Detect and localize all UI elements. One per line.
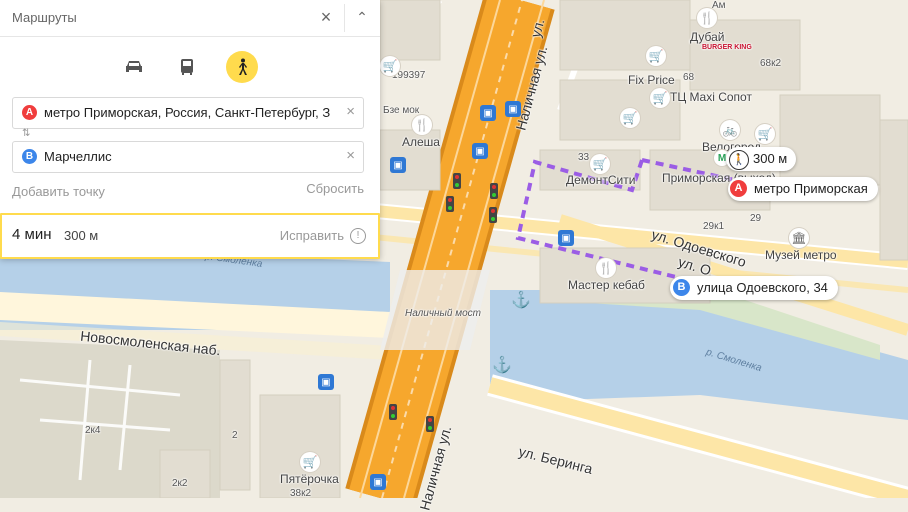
place-label: Алеша <box>402 135 440 149</box>
shop-cart-icon[interactable]: 🛒 <box>590 154 610 174</box>
panel-header: Маршруты × ⌃ <box>0 0 380 37</box>
bus-stop-icon[interactable]: ▣ <box>558 230 574 246</box>
museum-icon[interactable]: 🏛 <box>789 228 809 248</box>
bus-stop-icon[interactable]: ▣ <box>472 143 488 159</box>
traffic-light-icon <box>489 207 497 223</box>
chevron-up-icon[interactable]: ⌃ <box>352 5 372 29</box>
bus-icon <box>181 59 193 75</box>
point-b-pin-icon: B <box>673 279 690 296</box>
shop-cart-icon[interactable]: 🛒 <box>650 88 670 108</box>
pedestrian-icon: 🚶 <box>729 150 749 170</box>
point-a-pin-icon: A <box>730 180 747 197</box>
shop-cart-icon[interactable]: 🛒 <box>380 56 400 76</box>
place-label: Мастер кебаб <box>568 278 645 292</box>
building-number: 38к2 <box>290 488 312 499</box>
building-number: 29 <box>750 213 762 224</box>
bus-stop-icon[interactable]: ▣ <box>480 105 496 121</box>
building-number: 2к2 <box>172 478 188 489</box>
origin-input[interactable]: метро Приморская, Россия, Санкт-Петербур… <box>44 105 339 120</box>
routes-panel: Маршруты × ⌃ A метро Приморская, Россия,… <box>0 0 380 259</box>
building-number: 68к2 <box>760 58 782 69</box>
car-mode-button[interactable] <box>118 51 150 83</box>
fork-knife-icon[interactable]: 🍴 <box>697 8 717 28</box>
traffic-light-icon <box>490 183 498 199</box>
building-number: 2к4 <box>85 425 101 436</box>
walk-distance: 300 м <box>753 151 788 166</box>
bicycle-icon[interactable]: 🚲 <box>720 120 740 140</box>
place-label: Fix Price <box>628 73 675 87</box>
pedestrian-icon <box>239 58 247 75</box>
fork-knife-icon[interactable]: 🍴 <box>596 258 616 278</box>
route-duration: 4 мин <box>12 226 52 243</box>
header-divider <box>344 4 345 32</box>
place-label: Музей метро <box>765 248 837 262</box>
building-number: 68 <box>683 72 695 83</box>
traffic-light-icon <box>389 404 397 420</box>
bus-stop-icon[interactable]: ▣ <box>370 474 386 490</box>
traffic-light-icon <box>426 416 434 432</box>
clear-icon[interactable]: × <box>346 103 355 120</box>
route-distance: 300 м <box>64 228 99 243</box>
bus-stop-icon[interactable]: ▣ <box>390 157 406 173</box>
place-label: ТЦ Maxi Сопот <box>670 90 752 104</box>
point-b-pin-icon: B <box>22 149 37 164</box>
traffic-light-icon <box>446 196 454 212</box>
walk-distance-chip[interactable]: 🚶 300 м <box>726 147 796 171</box>
edit-route-link[interactable]: Исправить <box>280 228 344 243</box>
shop-cart-icon[interactable]: 🛒 <box>620 108 640 128</box>
shop-cart-icon[interactable]: 🛒 <box>755 124 775 144</box>
building-number: 2 <box>232 430 238 441</box>
bridge-label: Наличный мост <box>405 308 481 319</box>
transit-mode-button[interactable] <box>171 51 203 83</box>
point-a-pin-icon: A <box>22 105 37 120</box>
info-icon[interactable]: ! <box>350 228 366 244</box>
burger-king-logo: BURGER KING <box>702 44 752 51</box>
close-icon[interactable]: × <box>316 5 336 29</box>
fork-knife-icon[interactable]: 🍴 <box>412 115 432 135</box>
place-label: Дубай <box>690 30 725 44</box>
anchor-icon: ⚓ <box>511 292 531 309</box>
clear-icon[interactable]: × <box>346 147 355 164</box>
destination-input[interactable]: Марчеллис <box>44 149 339 164</box>
add-point-link[interactable]: Добавить точку <box>12 184 105 199</box>
destination-field[interactable]: B Марчеллис × <box>12 141 364 173</box>
place-label: Бзе мок <box>383 105 420 116</box>
panel-title: Маршруты <box>12 10 77 25</box>
place-label: Ам <box>712 0 726 11</box>
building-number: 33 <box>578 152 590 163</box>
car-icon <box>126 61 142 72</box>
traffic-light-icon <box>453 173 461 189</box>
pedestrian-mode-button[interactable] <box>226 51 258 83</box>
anchor-icon: ⚓ <box>492 357 512 374</box>
point-b-label: улица Одоевского, 34 <box>697 280 828 295</box>
point-b-chip[interactable]: B улица Одоевского, 34 <box>670 276 838 300</box>
place-label: Пятёрочка <box>280 472 339 486</box>
point-a-label: метро Приморская <box>754 181 868 196</box>
origin-field[interactable]: A метро Приморская, Россия, Санкт-Петерб… <box>12 97 364 129</box>
bus-stop-icon[interactable]: ▣ <box>318 374 334 390</box>
swap-icon[interactable]: ⇅ <box>22 128 30 139</box>
bus-stop-icon[interactable]: ▣ <box>505 101 521 117</box>
place-label: ДемонтСити <box>566 173 636 187</box>
reset-link[interactable]: Сбросить <box>306 181 364 196</box>
building-number: 29к1 <box>703 221 725 232</box>
shop-cart-icon[interactable]: 🛒 <box>646 46 666 66</box>
route-summary[interactable]: 4 мин 300 м Исправить ! <box>0 213 380 259</box>
point-a-chip[interactable]: A метро Приморская <box>728 177 878 201</box>
shop-cart-icon[interactable]: 🛒 <box>300 452 320 472</box>
